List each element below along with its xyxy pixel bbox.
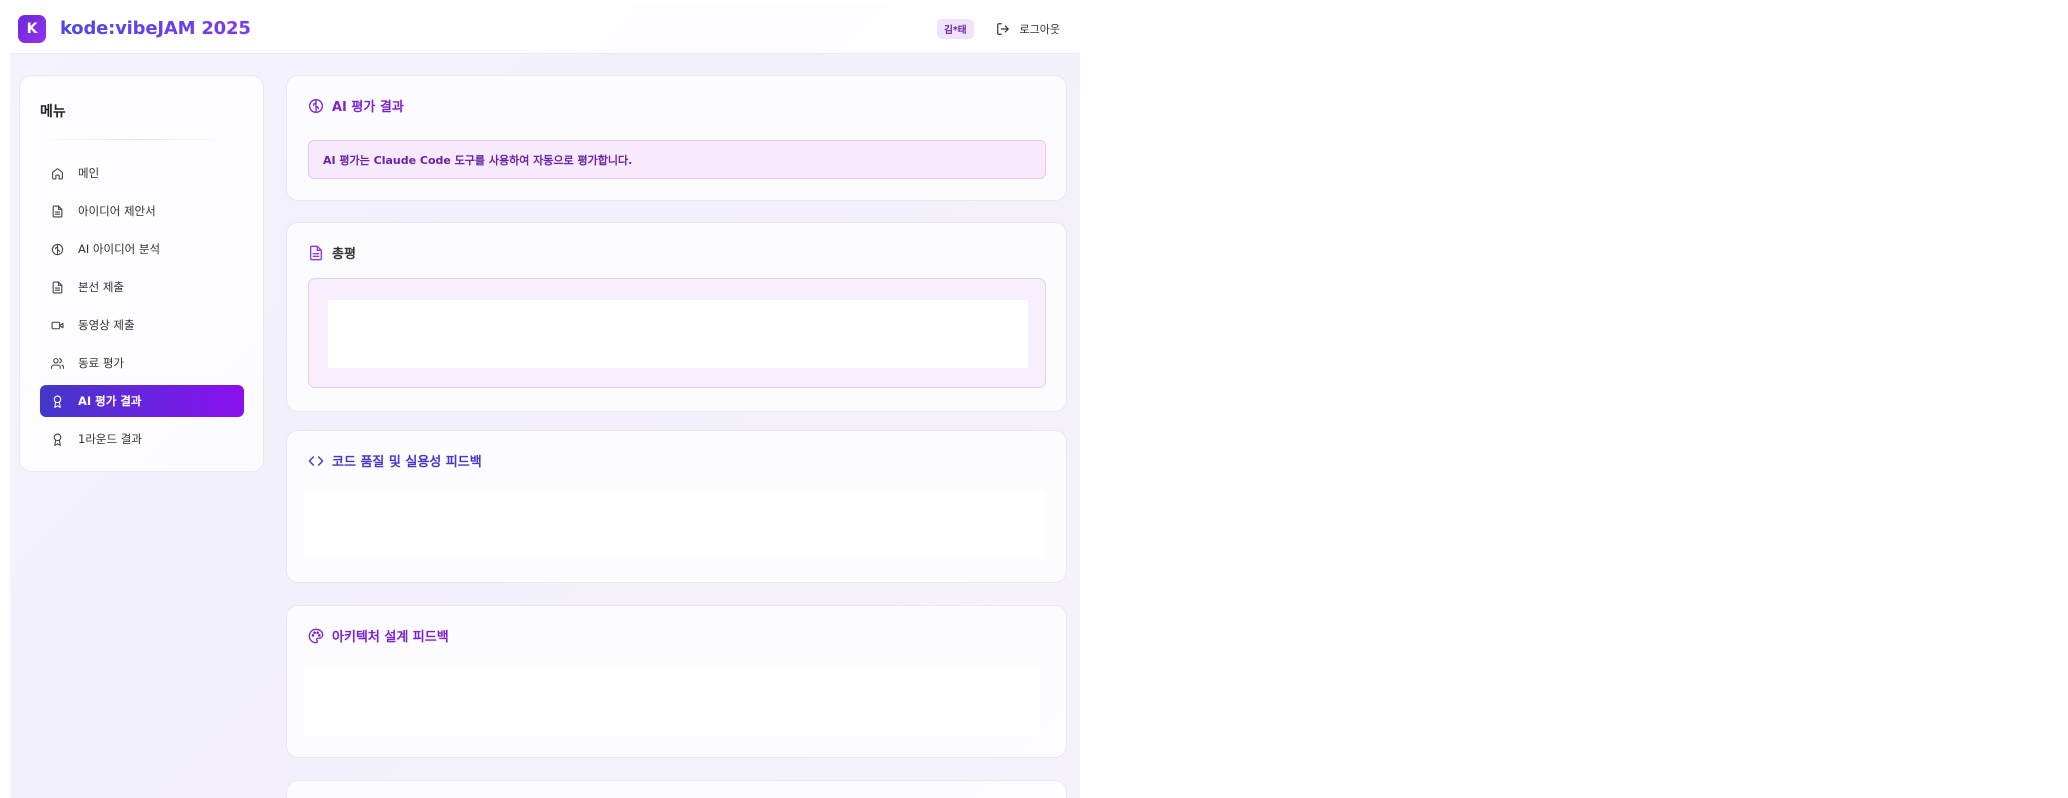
summary-content (328, 300, 1028, 368)
sidebar-item-main[interactable]: 메인 (40, 157, 244, 189)
architecture-content (304, 668, 1040, 736)
next-card (286, 780, 1067, 798)
document-icon (308, 245, 324, 261)
document-icon (50, 204, 64, 218)
sidebar-item-label: 동영상 제출 (78, 318, 135, 332)
card-title: 아키텍처 설계 피드백 (308, 626, 449, 645)
architecture-card: 아키텍처 설계 피드백 (286, 605, 1067, 758)
summary-content-box (308, 278, 1046, 388)
sidebar-item-label: 아이디어 제안서 (78, 204, 156, 218)
header-actions: 김*태 로그아웃 (937, 18, 1060, 39)
sidebar-item-final-submission[interactable]: 본선 제출 (40, 271, 244, 303)
sidebar-divider (40, 139, 230, 140)
card-title: 총평 (308, 243, 356, 262)
evaluation-notice: AI 평가는 Claude Code 도구를 사용하여 자동으로 평가합니다. (308, 140, 1046, 179)
sidebar-item-ai-idea-analysis[interactable]: AI 아이디어 분석 (40, 233, 244, 265)
sidebar-item-round1-result[interactable]: 1라운드 결과 (40, 423, 244, 455)
code-quality-card: 코드 품질 및 실용성 피드백 (286, 430, 1067, 583)
sidebar-item-label: 본선 제출 (78, 280, 124, 294)
card-title-text: 총평 (332, 247, 356, 262)
app-viewport: K kode:vibeJAM 2025 김*태 로그아웃 메뉴 메인 아이디어 … (10, 4, 1080, 798)
user-badge: 김*태 (937, 18, 974, 39)
award-icon (50, 432, 64, 446)
sidebar: 메뉴 메인 아이디어 제안서 AI 아이디어 분석 본선 제출 동영상 제출 동… (19, 75, 264, 472)
document-icon (50, 280, 64, 294)
logout-icon (996, 22, 1009, 35)
summary-card: 총평 (286, 222, 1067, 412)
home-icon (50, 166, 64, 180)
card-title-text: 아키텍처 설계 피드백 (332, 630, 449, 645)
sidebar-item-label: AI 평가 결과 (78, 394, 142, 408)
users-icon (50, 356, 64, 370)
code-icon (308, 453, 324, 469)
card-title-text: AI 평가 결과 (332, 100, 404, 115)
sidebar-item-label: 메인 (78, 166, 100, 180)
card-title: AI 평가 결과 (308, 96, 404, 115)
logout-button[interactable]: 로그아웃 (996, 21, 1060, 37)
video-icon (50, 318, 64, 332)
sidebar-item-label: 동료 평가 (78, 356, 124, 370)
sidebar-item-label: 1라운드 결과 (78, 432, 142, 446)
brain-icon (308, 98, 324, 114)
card-title-text: 코드 품질 및 실용성 피드백 (332, 455, 482, 470)
top-header: K kode:vibeJAM 2025 김*태 로그아웃 (10, 4, 1080, 54)
sidebar-menu: 메인 아이디어 제안서 AI 아이디어 분석 본선 제출 동영상 제출 동료 평… (40, 157, 244, 461)
ai-evaluation-card: AI 평가 결과 AI 평가는 Claude Code 도구를 사용하여 자동으… (286, 75, 1067, 201)
sidebar-item-idea-proposal[interactable]: 아이디어 제안서 (40, 195, 244, 227)
card-title: 코드 품질 및 실용성 피드백 (308, 451, 482, 470)
brand-title[interactable]: kode:vibeJAM 2025 (60, 18, 251, 39)
sidebar-title: 메뉴 (40, 104, 66, 120)
sidebar-item-label: AI 아이디어 분석 (78, 242, 161, 256)
award-icon (50, 394, 64, 408)
brain-icon (50, 242, 64, 256)
sidebar-item-video-submission[interactable]: 동영상 제출 (40, 309, 244, 341)
sidebar-item-ai-evaluation-result[interactable]: AI 평가 결과 (40, 385, 244, 417)
sidebar-item-peer-review[interactable]: 동료 평가 (40, 347, 244, 379)
code-quality-content (304, 491, 1044, 559)
palette-icon (308, 628, 324, 644)
logo-badge: K (18, 14, 46, 43)
logout-label: 로그아웃 (1019, 22, 1060, 36)
